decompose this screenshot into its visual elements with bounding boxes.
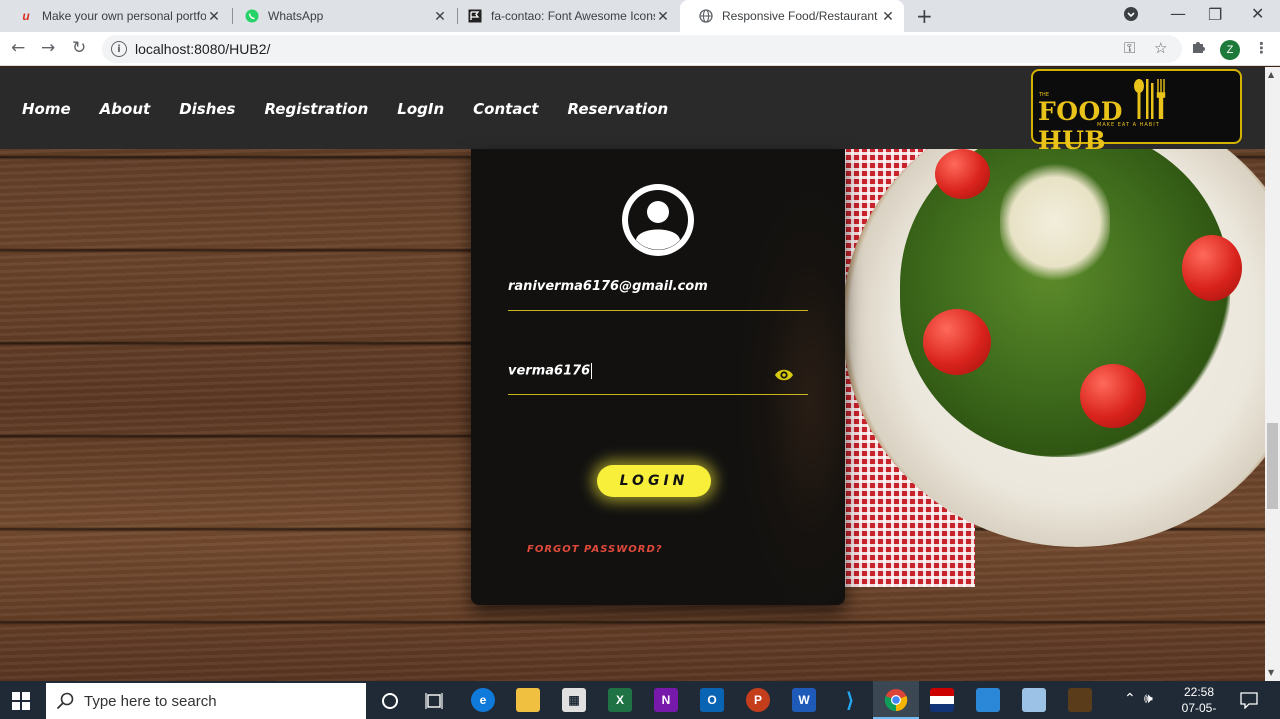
cortana-icon[interactable]: [381, 692, 399, 710]
scroll-down-arrow-icon[interactable]: ▼: [1268, 668, 1274, 677]
password-text: verma6176: [508, 363, 591, 379]
page-viewport: Home About Dishes Registration LogIn Con…: [0, 67, 1265, 681]
bookmark-star-icon[interactable]: ☆: [1154, 39, 1167, 57]
logo-tagline: MAKE EAT A HABIT: [1097, 122, 1160, 128]
clock-time: 22:58: [1183, 685, 1215, 699]
game-app-icon[interactable]: [1068, 688, 1092, 712]
show-password-eye-icon[interactable]: [774, 368, 794, 382]
tab-title: Make your own personal portfoli: [42, 9, 206, 23]
outlook-icon[interactable]: O: [700, 688, 724, 712]
tab-search-icon[interactable]: [1123, 6, 1139, 26]
notepad-icon[interactable]: [1022, 688, 1046, 712]
scrollbar-thumb[interactable]: [1267, 423, 1278, 509]
windows-taskbar: Type here to search e ▦ X N O P W ⟩ ⌃ 🕪 …: [0, 681, 1280, 719]
new-tab-button[interactable]: +: [916, 4, 933, 28]
clock-date: 07-05-2021: [1181, 701, 1217, 719]
notifications-icon[interactable]: [1240, 691, 1258, 709]
nav-contact[interactable]: Contact: [473, 100, 538, 118]
tab-title: Responsive Food/Restaurant Wel: [722, 9, 880, 23]
tomato-image: [935, 149, 990, 199]
nav-dishes[interactable]: Dishes: [179, 100, 235, 118]
minimize-button[interactable]: —: [1170, 4, 1186, 23]
browser-tab-fontawesome[interactable]: fa-contao: Font Awesome Icons ✕: [449, 0, 679, 32]
portfolio-icon: u: [22, 9, 30, 23]
edge-icon[interactable]: e: [471, 688, 495, 712]
browser-tab-portfolio[interactable]: u Make your own personal portfoli ✕: [0, 0, 230, 32]
tomato-image: [1080, 364, 1146, 428]
tomato-image: [923, 309, 991, 375]
close-window-button[interactable]: ✕: [1251, 4, 1264, 23]
login-card: raniverma6176@gmail.com verma6176 LOGIN …: [471, 149, 845, 605]
close-tab-icon[interactable]: ✕: [206, 8, 222, 25]
windows-start-icon[interactable]: [12, 692, 30, 710]
reload-icon[interactable]: ↻: [72, 38, 86, 58]
forgot-password-link[interactable]: FORGOT PASSWORD?: [527, 544, 663, 555]
key-icon[interactable]: ⚿: [1124, 39, 1135, 57]
browser-tabstrip: u Make your own personal portfoli ✕ What…: [0, 0, 1280, 32]
page-scrollbar[interactable]: ▲ ▼: [1265, 67, 1280, 681]
file-explorer-icon[interactable]: [516, 688, 540, 712]
store-icon[interactable]: ▦: [562, 688, 586, 712]
tab-title: fa-contao: Font Awesome Icons: [491, 9, 655, 23]
url-text[interactable]: localhost:8080/HUB2/: [135, 41, 270, 57]
whatsapp-icon: [244, 8, 260, 24]
user-avatar-icon: [622, 184, 694, 256]
forward-arrow-icon[interactable]: →: [41, 38, 55, 58]
close-tab-icon[interactable]: ✕: [655, 8, 671, 25]
close-tab-icon[interactable]: ✕: [432, 8, 448, 25]
word-icon[interactable]: W: [792, 688, 816, 712]
password-value[interactable]: verma6176: [508, 363, 593, 379]
browser-toolbar: ← → ↻ i localhost:8080/HUB2/ ⚿ ☆ ⋮: [0, 32, 1280, 66]
excel-icon[interactable]: X: [608, 688, 632, 712]
nav-reservation[interactable]: Reservation: [568, 100, 669, 118]
email-field[interactable]: raniverma6176@gmail.com: [508, 267, 808, 311]
password-field[interactable]: verma6176: [508, 351, 808, 395]
powerpoint-icon[interactable]: P: [746, 688, 770, 712]
login-button[interactable]: LOGIN: [597, 465, 711, 497]
address-bar[interactable]: i localhost:8080/HUB2/: [102, 35, 1182, 63]
chrome-icon[interactable]: [884, 688, 908, 712]
scroll-up-arrow-icon[interactable]: ▲: [1268, 70, 1274, 79]
taskbar-search-box[interactable]: Type here to search: [46, 683, 366, 719]
photos-icon[interactable]: [976, 688, 1000, 712]
nav-links: Home About Dishes Registration LogIn Con…: [22, 100, 697, 118]
nav-about[interactable]: About: [100, 100, 151, 118]
nav-home[interactable]: Home: [22, 100, 71, 118]
more-menu-icon[interactable]: ⋮: [1254, 39, 1269, 57]
food-hub-logo[interactable]: THE FOOD HUB MAKE EAT A HABIT: [1031, 69, 1242, 155]
search-icon: [56, 692, 74, 710]
search-placeholder: Type here to search: [84, 692, 217, 710]
task-view-icon[interactable]: [425, 692, 443, 710]
restore-button[interactable]: ❐: [1208, 5, 1222, 24]
cutlery-icon: [1134, 79, 1166, 119]
extensions-puzzle-icon[interactable]: [1191, 39, 1206, 58]
nav-login[interactable]: LogIn: [397, 100, 444, 118]
onenote-icon[interactable]: N: [654, 688, 678, 712]
fontawesome-flag-icon: [467, 8, 483, 24]
profile-avatar[interactable]: Z: [1220, 40, 1240, 60]
browser-tab-whatsapp[interactable]: WhatsApp ✕: [226, 0, 456, 32]
text-caret: [591, 363, 593, 379]
salad-cheese-image: [1000, 162, 1110, 282]
nav-registration[interactable]: Registration: [265, 100, 369, 118]
site-navbar: Home About Dishes Registration LogIn Con…: [0, 67, 1265, 155]
browser-tab-foodhub[interactable]: Responsive Food/Restaurant Wel ✕: [680, 0, 904, 32]
vscode-icon[interactable]: ⟩: [838, 688, 862, 712]
volume-icon[interactable]: 🕪: [1144, 691, 1153, 707]
close-tab-icon[interactable]: ✕: [880, 8, 896, 25]
tray-chevron-icon[interactable]: ⌃: [1124, 691, 1136, 707]
site-info-icon[interactable]: i: [111, 41, 127, 57]
globe-icon: [698, 8, 714, 24]
system-clock[interactable]: 22:58 07-05-2021: [1170, 684, 1228, 719]
tomato-image: [1182, 235, 1242, 301]
email-value[interactable]: raniverma6176@gmail.com: [508, 279, 708, 294]
back-arrow-icon[interactable]: ←: [11, 38, 25, 58]
tab-title: WhatsApp: [268, 9, 324, 23]
flag-app-icon[interactable]: [930, 688, 954, 712]
